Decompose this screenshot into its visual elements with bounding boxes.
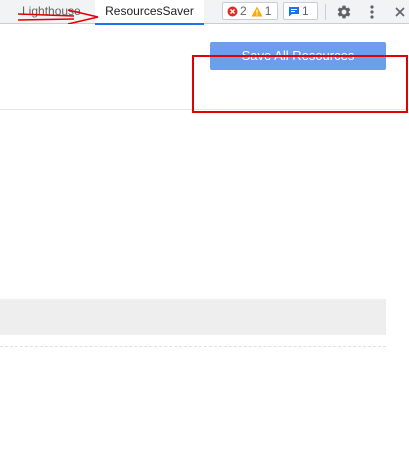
- error-count: 2: [240, 4, 247, 18]
- warning-count: 1: [264, 4, 272, 18]
- close-icon: [395, 7, 405, 17]
- issues-counter-item: 1: [288, 4, 309, 18]
- tab-lighthouse-label: Lighthouse: [22, 4, 81, 18]
- gear-icon: [337, 5, 351, 19]
- warning-icon: [251, 6, 263, 16]
- more-options-button[interactable]: [362, 2, 382, 22]
- settings-button[interactable]: [334, 2, 354, 22]
- resources-list-header: [0, 299, 386, 335]
- toolbar-divider: [325, 4, 326, 20]
- tab-resources-saver-label: ResourcesSaver: [105, 4, 194, 18]
- tab-lighthouse[interactable]: Lighthouse: [22, 0, 81, 24]
- error-icon: [227, 6, 238, 16]
- close-devtools-button[interactable]: [390, 2, 409, 22]
- save-all-resources-button[interactable]: Save All Resources: [210, 42, 386, 70]
- issues-message-icon: [289, 6, 299, 16]
- console-counters[interactable]: 2 1: [222, 2, 278, 20]
- issues-counter[interactable]: 1: [283, 2, 318, 20]
- devtools-tab-strip: Lighthouse ResourcesSaver 2 1 1: [0, 0, 409, 25]
- error-counter: 2: [227, 4, 247, 18]
- kebab-menu-icon: [370, 5, 374, 19]
- issues-count: 1: [302, 4, 309, 18]
- warning-counter: 1: [251, 4, 272, 18]
- list-divider: [0, 346, 386, 347]
- tab-resources-saver[interactable]: ResourcesSaver: [95, 0, 204, 25]
